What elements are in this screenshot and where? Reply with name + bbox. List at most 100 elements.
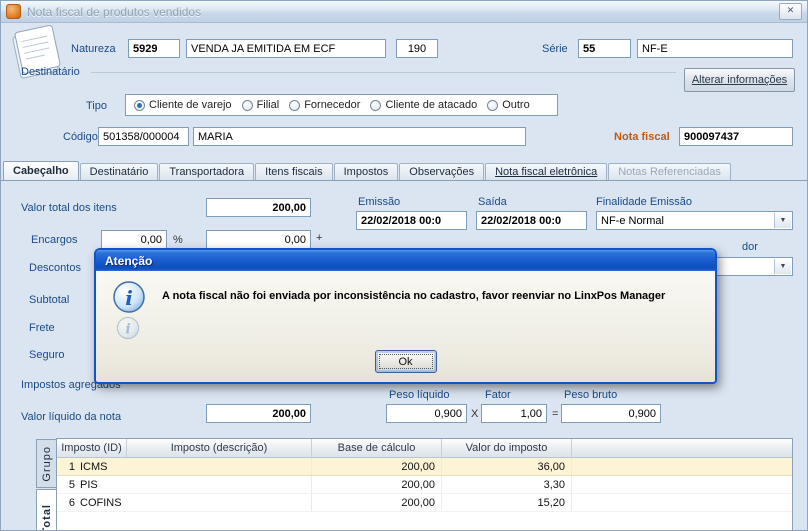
multiply-symbol: X (471, 408, 478, 420)
svg-text:i: i (125, 286, 133, 310)
encargos-percent-field[interactable]: 0,00 (101, 230, 167, 249)
dialog-title-bar[interactable]: Atenção (96, 250, 715, 271)
radio-fornecedor[interactable]: Fornecedor (289, 99, 360, 111)
tab-observacoes[interactable]: Observações (399, 163, 484, 180)
close-icon[interactable]: ✕ (779, 3, 802, 20)
peso-bruto-field[interactable]: 0,900 (561, 404, 661, 423)
alterar-informacoes-button[interactable]: Alterar informações (684, 68, 795, 92)
serie-code-field[interactable]: 55 (578, 39, 631, 58)
equals-symbol: = (552, 408, 558, 420)
finalidade-label: Finalidade Emissão (596, 196, 692, 208)
table-row[interactable]: 1 ICMS 200,00 36,00 (57, 458, 792, 476)
plus-symbol: + (316, 232, 322, 244)
tab-label: Transportadora (169, 166, 244, 178)
combo-value: NF-e Normal (601, 215, 664, 227)
tab-cabecalho[interactable]: Cabeçalho (3, 161, 79, 180)
nota-fiscal-label: Nota fiscal (614, 131, 670, 143)
tab-nota-fiscal-eletronica[interactable]: Nota fiscal eletrônica (485, 163, 607, 180)
tab-impostos[interactable]: Impostos (334, 163, 399, 180)
tab-itens-fiscais[interactable]: Itens fiscais (255, 163, 332, 180)
emissao-label: Emissão (358, 196, 400, 208)
tab-label: Nota fiscal eletrônica (495, 166, 597, 178)
partial-label-fragment: dor (742, 241, 758, 253)
radio-outro[interactable]: Outro (487, 99, 530, 111)
natureza-num-field[interactable]: 190 (396, 39, 438, 58)
column-header-imposto-id[interactable]: Imposto (ID) (57, 439, 127, 457)
cell-base-calculo: 200,00 (312, 494, 442, 511)
tab-notas-referenciadas: Notas Referenciadas (608, 163, 731, 180)
impostos-table: Imposto (ID) Imposto (descrição) Base de… (56, 438, 793, 531)
tab-destinatario[interactable]: Destinatário (80, 163, 159, 180)
cell-valor-imposto: 15,20 (442, 494, 572, 511)
natureza-desc-field[interactable]: VENDA JA EMITIDA EM ECF (186, 39, 386, 58)
codigo-label: Código (63, 131, 98, 143)
natureza-label: Natureza (71, 43, 116, 55)
app-window: Nota fiscal de produtos vendidos ✕ Natur… (0, 0, 808, 531)
dialog-message: A nota fiscal não foi enviada por incons… (162, 290, 703, 302)
radio-icon (370, 100, 381, 111)
tab-label: Cabeçalho (13, 165, 69, 177)
valor-liquido-field[interactable]: 200,00 (206, 404, 311, 423)
saida-label: Saída (478, 196, 507, 208)
encargos-value-field[interactable]: 0,00 (206, 230, 311, 249)
radio-cliente-de-varejo[interactable]: Cliente de varejo (134, 99, 232, 111)
nota-fiscal-field[interactable]: 900097437 (679, 127, 793, 146)
info-icon-reflection: i (116, 316, 140, 345)
tab-label: Notas Referenciadas (618, 166, 721, 178)
column-header-base-calculo[interactable]: Base de cálculo (312, 439, 442, 457)
destinatario-group-label: Destinatário (21, 66, 80, 78)
chevron-down-icon[interactable]: ▼ (774, 259, 791, 274)
saida-field[interactable]: 22/02/2018 00:0 (476, 211, 587, 230)
serie-model-field[interactable]: NF-E (637, 39, 793, 58)
radio-filial[interactable]: Filial (242, 99, 280, 111)
fator-field[interactable]: 1,00 (481, 404, 547, 423)
tab-strip: Cabeçalho Destinatário Transportadora It… (1, 162, 807, 181)
table-row[interactable]: 6 COFINS 200,00 15,20 (57, 494, 792, 512)
radio-label: Outro (502, 99, 530, 111)
column-header-valor-imposto[interactable]: Valor do imposto (442, 439, 572, 457)
valor-total-field[interactable]: 200,00 (206, 198, 311, 217)
radio-checked-icon (134, 100, 145, 111)
radio-label: Fornecedor (304, 99, 360, 111)
tab-label: Destinatário (90, 166, 149, 178)
cell-imposto-descricao: PIS (75, 476, 312, 493)
finalidade-select[interactable]: NF-e Normal ▼ (596, 211, 793, 230)
cell-imposto-descricao: ICMS (75, 458, 312, 475)
column-header-imposto-descricao[interactable]: Imposto (descrição) (127, 439, 312, 457)
radio-label: Cliente de atacado (385, 99, 477, 111)
radio-label: Cliente de varejo (149, 99, 232, 111)
radio-icon (242, 100, 253, 111)
cell-imposto-id: 1 (57, 458, 75, 475)
cliente-nome-field[interactable]: MARIA (193, 127, 526, 146)
ok-button[interactable]: Ok (375, 350, 437, 373)
cell-imposto-descricao: COFINS (75, 494, 312, 511)
emissao-field[interactable]: 22/02/2018 00:0 (356, 211, 467, 230)
side-tab-grupo[interactable]: Grupo (36, 439, 56, 488)
natureza-code-field[interactable]: 5929 (128, 39, 180, 58)
descontos-label: Descontos (29, 262, 81, 274)
tab-label: Impostos (344, 166, 389, 178)
table-row[interactable]: 5 PIS 200,00 3,30 (57, 476, 792, 494)
frete-label: Frete (29, 322, 55, 334)
window-title: Nota fiscal de produtos vendidos (27, 5, 201, 19)
radio-cliente-de-atacado[interactable]: Cliente de atacado (370, 99, 477, 111)
percent-symbol: % (173, 234, 183, 246)
cell-valor-imposto: 3,30 (442, 476, 572, 493)
tipo-radio-group: Cliente de varejo Filial Fornecedor Clie… (125, 94, 558, 116)
codigo-field[interactable]: 501358/000004 (98, 127, 189, 146)
dialog-title: Atenção (105, 254, 152, 268)
info-icon: i (112, 280, 146, 319)
group-divider (91, 72, 676, 73)
attention-dialog: Atenção i i A nota fiscal não (94, 248, 717, 384)
peso-liquido-field[interactable]: 0,900 (386, 404, 467, 423)
cell-base-calculo: 200,00 (312, 476, 442, 493)
side-tab-total[interactable]: Total (36, 489, 56, 531)
chevron-down-icon[interactable]: ▼ (774, 213, 791, 228)
title-bar: Nota fiscal de produtos vendidos ✕ (1, 1, 807, 23)
tipo-label: Tipo (86, 100, 107, 112)
tab-transportadora[interactable]: Transportadora (159, 163, 254, 180)
tab-label: Observações (409, 166, 474, 178)
column-header-filler (572, 439, 792, 457)
cell-valor-imposto: 36,00 (442, 458, 572, 475)
peso-bruto-label: Peso bruto (564, 389, 617, 401)
